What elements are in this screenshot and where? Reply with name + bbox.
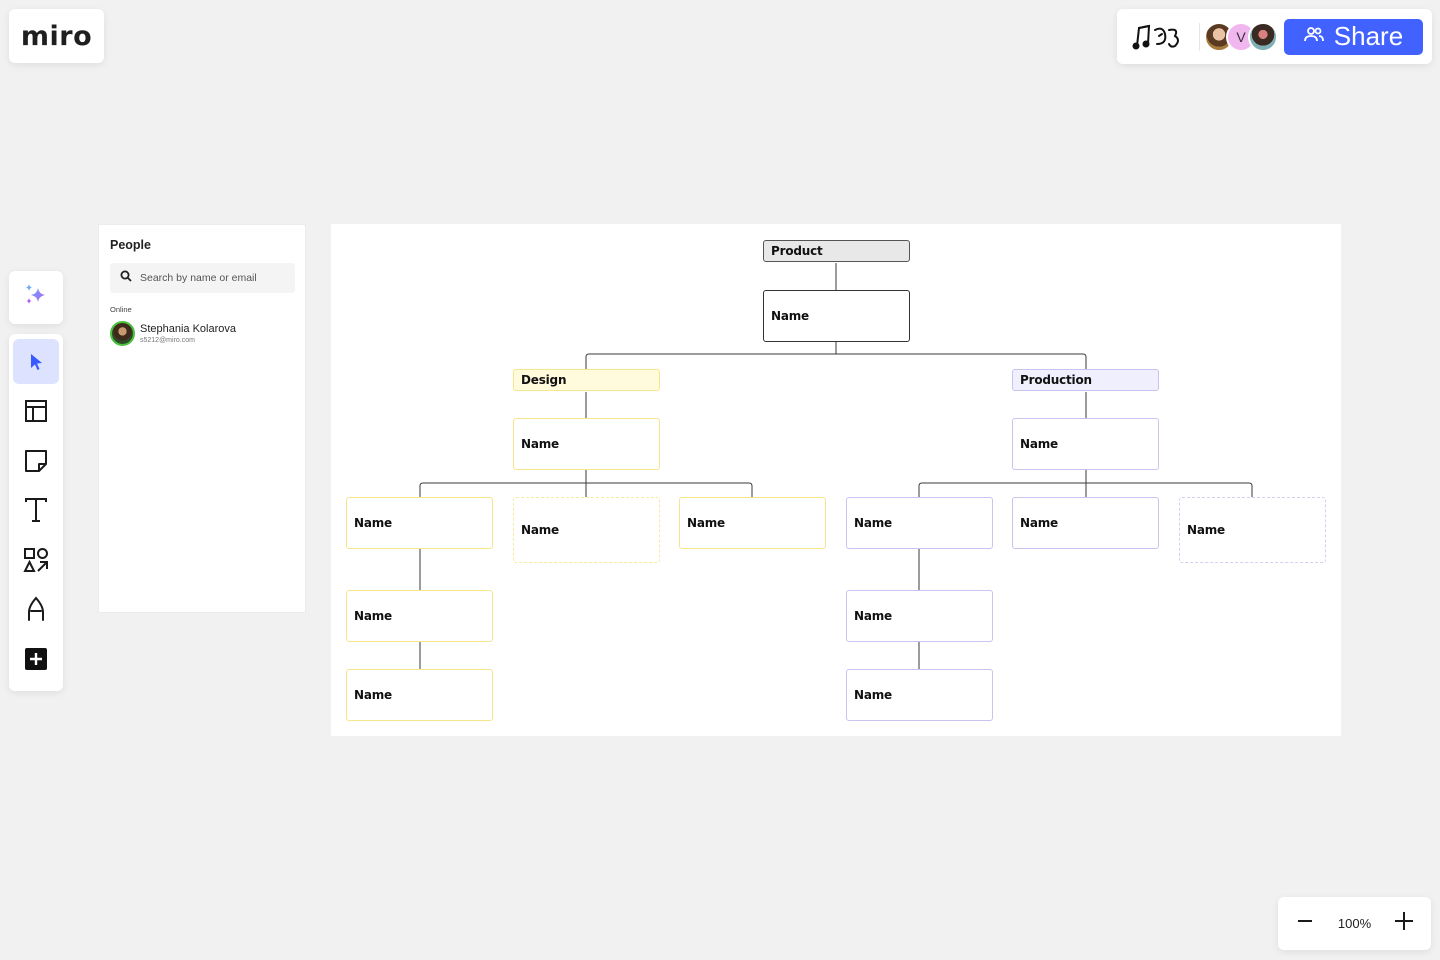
node-name: Name	[854, 688, 892, 702]
zoom-level[interactable]: 100%	[1338, 916, 1371, 931]
node-name: Name	[521, 523, 559, 537]
creation-toolbar	[9, 334, 63, 691]
org-node-header-product[interactable]: Product	[763, 240, 910, 262]
tool-templates[interactable]	[13, 389, 59, 434]
org-node-production-placeholder[interactable]: Name	[1179, 497, 1326, 563]
org-node-design-lead[interactable]: Name	[513, 418, 660, 470]
node-name: Name	[354, 609, 392, 623]
sparkles-icon	[23, 282, 49, 313]
plus-icon	[1394, 911, 1414, 936]
node-name: Name	[1020, 516, 1058, 530]
org-node-production-report[interactable]: Name	[846, 590, 993, 642]
node-title: Product	[771, 244, 823, 258]
tool-select[interactable]	[13, 339, 59, 384]
person-name: Stephania Kolarova	[140, 322, 237, 335]
zoom-out-button[interactable]	[1294, 913, 1316, 935]
connector	[419, 470, 753, 497]
node-name: Name	[854, 516, 892, 530]
person-email: s5212@miro.com	[140, 336, 195, 344]
org-node-design-member[interactable]: Name	[346, 497, 493, 549]
minus-icon	[1296, 912, 1314, 935]
logo-text: miro	[20, 20, 93, 52]
node-name: Name	[687, 516, 725, 530]
zoom-control: 100%	[1278, 897, 1431, 950]
connector	[918, 470, 1253, 497]
pen-icon	[25, 596, 47, 622]
node-name: Name	[854, 609, 892, 623]
org-node-design-report[interactable]: Name	[346, 669, 493, 721]
tool-sticky-note[interactable]	[13, 438, 59, 483]
tool-more[interactable]	[13, 636, 59, 681]
node-title: Production	[1020, 373, 1092, 387]
org-node-design-report[interactable]: Name	[346, 590, 493, 642]
org-node-production-member[interactable]: Name	[846, 497, 993, 549]
online-section-label: Online	[110, 305, 132, 314]
org-node-header-production[interactable]: Production	[1012, 369, 1159, 391]
collaboration-bar: V Share	[1117, 9, 1432, 64]
person-list-item[interactable]: Stephania Kolarova s5212@miro.com	[110, 321, 236, 346]
org-node-production-lead[interactable]: Name	[1012, 418, 1159, 470]
node-name: Name	[354, 688, 392, 702]
share-button[interactable]: Share	[1284, 18, 1423, 55]
cursor-icon	[25, 351, 47, 373]
zoom-in-button[interactable]	[1393, 911, 1415, 936]
tool-shapes[interactable]	[13, 537, 59, 582]
logo[interactable]: miro	[9, 9, 104, 63]
tool-pen[interactable]	[13, 587, 59, 632]
avatar[interactable]	[1248, 21, 1278, 52]
search-input[interactable]	[140, 272, 290, 284]
people-search[interactable]	[110, 263, 295, 293]
collaborator-avatars: V	[1204, 21, 1278, 52]
node-title: Design	[521, 373, 567, 387]
search-icon	[120, 269, 132, 287]
node-name: Name	[1020, 437, 1058, 451]
tool-text[interactable]	[13, 488, 59, 533]
divider	[1199, 22, 1200, 51]
org-node-production-report[interactable]: Name	[846, 669, 993, 721]
people-icon	[1303, 26, 1324, 47]
text-icon	[24, 497, 48, 523]
node-name: Name	[521, 437, 559, 451]
sticky-note-icon	[24, 449, 48, 473]
org-node-product-lead[interactable]: Name	[763, 290, 910, 342]
people-title: People	[110, 238, 151, 252]
node-name: Name	[354, 516, 392, 530]
avatar	[110, 321, 135, 346]
plus-square-icon	[24, 647, 48, 671]
connector	[585, 342, 1087, 369]
avatar-initial: V	[1236, 28, 1246, 45]
org-chart-frame[interactable]: Product Name Design Name Name Name Name …	[331, 224, 1341, 736]
ai-assistant-button[interactable]	[9, 271, 63, 324]
node-name: Name	[771, 309, 809, 323]
music-notes-doodle-icon[interactable]	[1131, 21, 1185, 53]
layout-icon	[24, 399, 48, 423]
share-label: Share	[1333, 21, 1404, 51]
shapes-icon	[23, 547, 49, 573]
org-node-design-placeholder[interactable]: Name	[513, 497, 660, 563]
org-node-header-design[interactable]: Design	[513, 369, 660, 391]
node-name: Name	[1187, 523, 1225, 537]
org-node-production-member[interactable]: Name	[1012, 497, 1159, 549]
people-panel: People Online Stephania Kolarova s5212@m…	[98, 224, 306, 613]
org-node-design-member[interactable]: Name	[679, 497, 826, 549]
